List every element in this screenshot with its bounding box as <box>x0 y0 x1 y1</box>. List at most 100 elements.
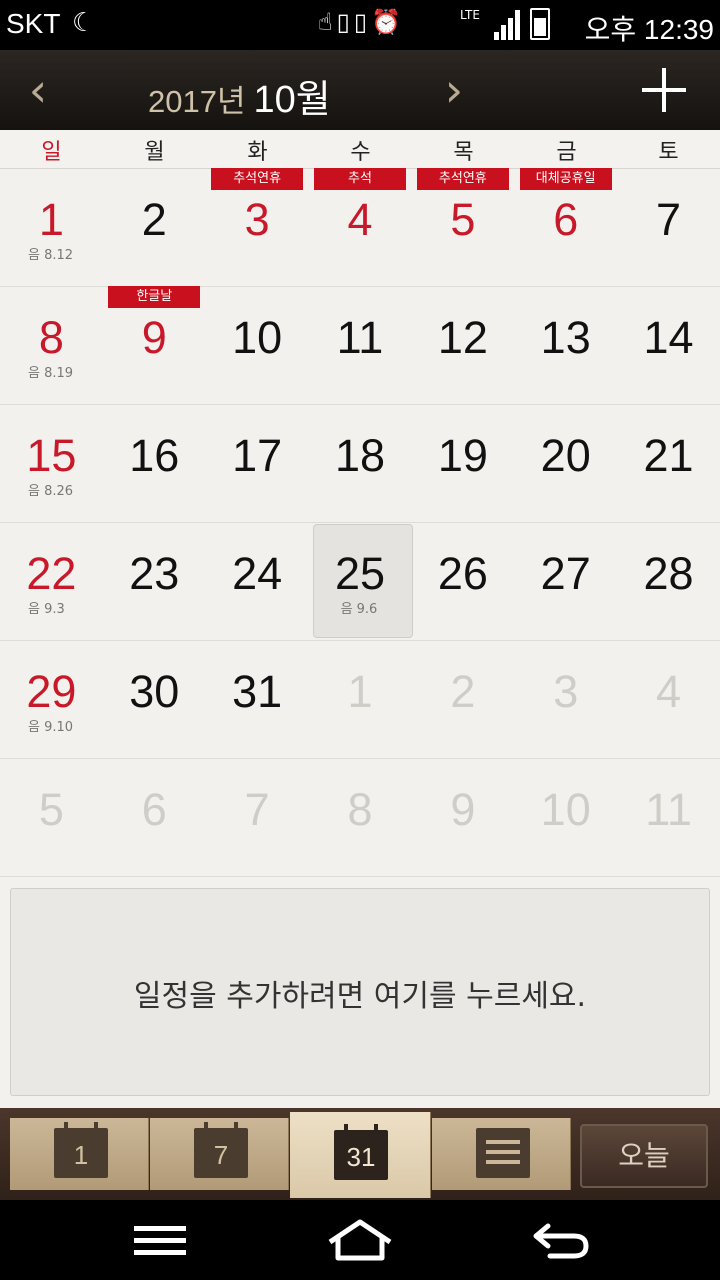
day-number: 1 <box>347 666 373 717</box>
day-cell[interactable]: 6 <box>103 758 206 876</box>
tab-month-view[interactable]: 31 <box>290 1112 431 1198</box>
day-cell[interactable]: 9 <box>411 758 514 876</box>
menu-icon[interactable] <box>134 1226 186 1256</box>
lunar-date: 음 8.12 <box>28 248 74 263</box>
day-cell[interactable]: 2 <box>103 168 206 286</box>
day-cell[interactable]: 29 음 9.10 <box>0 640 103 758</box>
day-cell[interactable]: 20 <box>514 404 617 522</box>
day-cell[interactable]: 31 <box>206 640 309 758</box>
week-row: 29 음 9.10 30 31 1 2 3 4 <box>0 640 720 759</box>
next-month-button[interactable]: › <box>434 60 474 120</box>
day-number: 11 <box>645 784 692 835</box>
holiday-badge: 추석연휴 <box>416 168 509 190</box>
day-cell-today[interactable]: 25 음 9.6 <box>309 522 414 640</box>
lte-icon: LTE <box>460 8 480 22</box>
weekday-mon: 월 <box>144 140 165 165</box>
day-number: 15 <box>26 430 77 481</box>
day-number: 5 <box>450 194 476 245</box>
day-cell[interactable]: 23 <box>103 522 206 640</box>
day-cell[interactable]: 19 <box>411 404 514 522</box>
status-bar: SKT ☾ ☝▯▯⏰ LTE 오후 12:39 <box>0 0 720 50</box>
day-number: 29 <box>26 666 77 717</box>
tab-week-view[interactable]: 7 <box>150 1118 289 1190</box>
day-number: 8 <box>38 312 64 363</box>
prev-month-button[interactable]: ‹ <box>18 60 58 120</box>
day-cell[interactable]: 17 <box>206 404 309 522</box>
day-number: 30 <box>129 666 180 717</box>
day-calendar-icon: 1 <box>54 1122 108 1178</box>
day-cell[interactable]: 22 음 9.3 <box>0 522 103 640</box>
day-cell[interactable]: 11 <box>617 758 720 876</box>
day-number: 14 <box>643 312 694 363</box>
day-cell[interactable]: 27 <box>514 522 617 640</box>
day-number: 3 <box>244 194 270 245</box>
day-number: 19 <box>437 430 488 481</box>
day-number: 23 <box>129 548 180 599</box>
day-number: 4 <box>347 194 373 245</box>
day-cell[interactable]: 1 <box>309 640 412 758</box>
day-number: 10 <box>232 312 283 363</box>
week-row: 5 6 7 8 9 10 11 <box>0 758 720 877</box>
day-cell[interactable]: 5 <box>0 758 103 876</box>
day-cell[interactable]: 13 <box>514 286 617 404</box>
day-cell[interactable]: 30 <box>103 640 206 758</box>
day-cell[interactable]: 12 <box>411 286 514 404</box>
day-cell[interactable]: 추석연휴 5 <box>411 168 514 286</box>
day-number: 1 <box>38 194 64 245</box>
day-number: 20 <box>540 430 591 481</box>
day-cell[interactable]: 8 음 8.19 <box>0 286 103 404</box>
weekday-tue: 화 <box>247 140 268 165</box>
day-number: 25 <box>334 548 386 599</box>
day-cell[interactable]: 26 <box>411 522 514 640</box>
carrier-label: SKT <box>6 8 61 39</box>
day-cell[interactable]: 16 <box>103 404 206 522</box>
day-number: 10 <box>540 784 591 835</box>
day-cell[interactable]: 대체공휴일 6 <box>514 168 617 286</box>
event-list-area[interactable]: 일정을 추가하려면 여기를 누르세요. <box>10 888 710 1096</box>
day-cell[interactable]: 8 <box>309 758 412 876</box>
day-number: 17 <box>232 430 283 481</box>
day-cell[interactable]: 추석 4 <box>309 168 412 286</box>
back-icon[interactable] <box>530 1220 590 1260</box>
weekday-thu: 목 <box>453 140 474 165</box>
today-button[interactable]: 오늘 <box>580 1124 708 1188</box>
day-cell[interactable]: 18 <box>309 404 412 522</box>
view-tab-bar: 1 7 31 오늘 <box>0 1108 720 1200</box>
day-number: 8 <box>347 784 373 835</box>
home-icon[interactable] <box>326 1218 394 1262</box>
signal-icon <box>494 10 520 40</box>
day-number: 27 <box>540 548 591 599</box>
weekday-sat: 토 <box>658 140 679 165</box>
day-cell[interactable]: 추석연휴 3 <box>206 168 309 286</box>
week-calendar-icon: 7 <box>194 1122 248 1178</box>
day-cell[interactable]: 14 <box>617 286 720 404</box>
day-cell[interactable]: 21 <box>617 404 720 522</box>
day-number: 22 <box>26 548 77 599</box>
day-number: 16 <box>129 430 180 481</box>
day-number: 18 <box>334 430 386 481</box>
month-title[interactable]: 2017년 10월 <box>148 68 398 121</box>
tab-day-view[interactable]: 1 <box>10 1118 149 1190</box>
lunar-date: 음 9.6 <box>340 602 378 617</box>
day-cell[interactable]: 15 음 8.26 <box>0 404 103 522</box>
day-cell[interactable]: 10 <box>206 286 309 404</box>
day-number: 2 <box>141 194 167 245</box>
day-cell[interactable]: 4 <box>617 640 720 758</box>
holiday-badge: 대체공휴일 <box>519 168 612 190</box>
day-number: 26 <box>437 548 488 599</box>
holiday-badge: 추석 <box>313 168 406 190</box>
day-cell[interactable]: 한글날 9 <box>103 286 206 404</box>
day-cell[interactable]: 7 <box>206 758 309 876</box>
day-cell[interactable]: 3 <box>514 640 617 758</box>
day-cell[interactable]: 28 <box>617 522 720 640</box>
day-cell[interactable]: 7 <box>617 168 720 286</box>
day-cell[interactable]: 2 <box>411 640 514 758</box>
day-cell[interactable]: 11 <box>309 286 412 404</box>
day-number: 7 <box>244 784 270 835</box>
day-number: 5 <box>38 784 64 835</box>
tab-list-view[interactable] <box>432 1118 571 1190</box>
day-cell[interactable]: 10 <box>514 758 617 876</box>
day-cell[interactable]: 1 음 8.12 <box>0 168 103 286</box>
add-event-button[interactable] <box>636 62 692 118</box>
day-cell[interactable]: 24 <box>206 522 309 640</box>
